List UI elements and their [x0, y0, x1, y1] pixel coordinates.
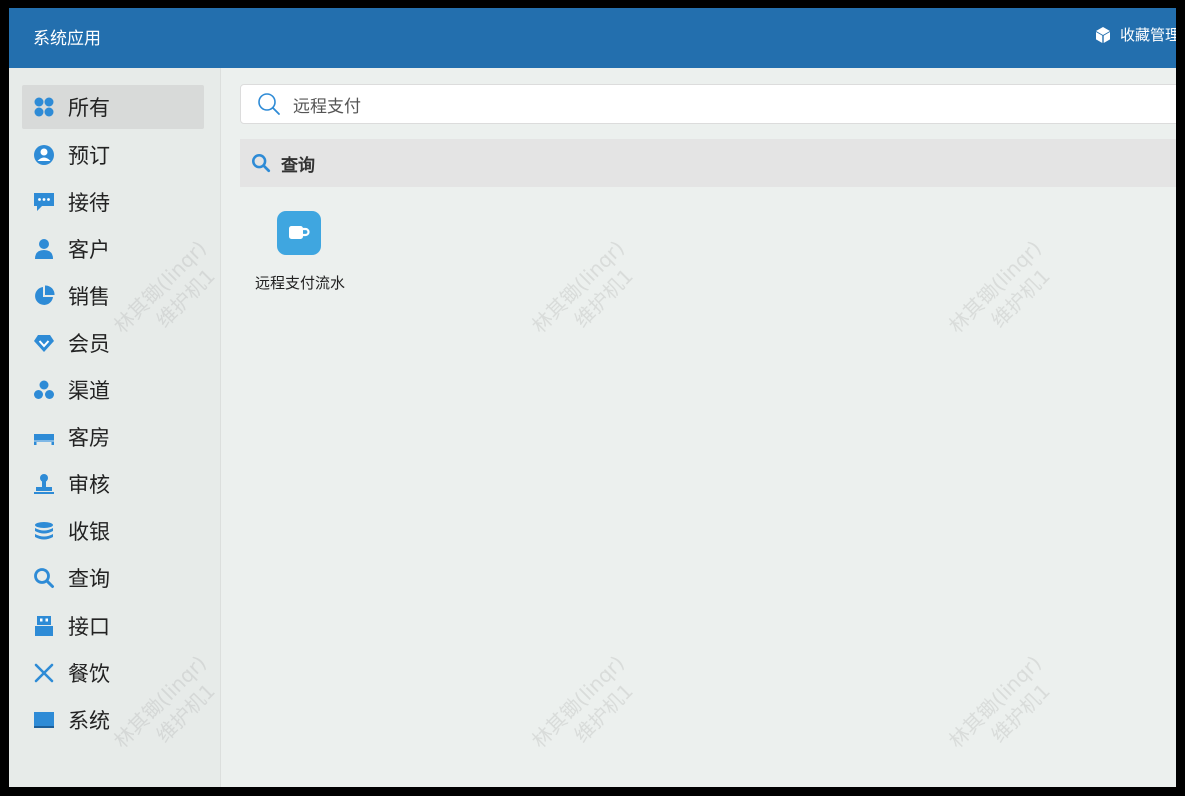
sidebar-item-label: 所有: [68, 96, 110, 120]
sidebar-item-cashier[interactable]: 收银: [22, 509, 204, 553]
cluster-icon: [33, 379, 55, 401]
search-icon: [257, 92, 281, 116]
sidebar-item-interface[interactable]: 接口: [22, 604, 204, 648]
grid-icon: [33, 96, 55, 118]
person-icon: [33, 238, 55, 260]
search-icon: [251, 153, 271, 173]
app-window: 系统应用 收藏管理 所有 预订 接待 客户 销售 会员 渠道 客房 审核 收银 …: [9, 8, 1176, 787]
cube-icon: [1096, 26, 1110, 43]
page-title: 系统应用: [33, 29, 101, 49]
monitor-icon: [33, 709, 55, 731]
utensils-icon: [33, 662, 55, 684]
sidebar-item-sales[interactable]: 销售: [22, 274, 204, 318]
pie-chart-icon: [33, 285, 55, 307]
search-input[interactable]: [291, 93, 1095, 115]
sidebar-item-label: 渠道: [68, 379, 110, 403]
coffee-cup-icon: [277, 211, 321, 255]
usb-icon: [33, 615, 55, 637]
sidebar-item-member[interactable]: 会员: [22, 321, 204, 365]
diamond-icon: [33, 332, 55, 354]
sidebar-item-label: 系统: [68, 709, 110, 733]
sidebar-item-label: 预订: [68, 144, 110, 168]
sidebar-item-label: 查询: [68, 567, 110, 591]
main-content: 查询 远程支付流水: [221, 68, 1176, 787]
sidebar-item-booking[interactable]: 预订: [22, 133, 204, 177]
sidebar-item-label: 接待: [68, 191, 110, 215]
chat-bubble-icon: [33, 191, 55, 213]
sidebar-item-customer[interactable]: 客户: [22, 227, 204, 271]
sidebar-item-system[interactable]: 系统: [22, 698, 204, 742]
sidebar-item-all[interactable]: 所有: [22, 85, 204, 129]
search-icon: [33, 567, 55, 589]
sidebar-item-label: 客户: [68, 238, 110, 262]
user-circle-icon: [33, 144, 55, 166]
sidebar-item-room[interactable]: 客房: [22, 415, 204, 459]
sidebar-item-audit[interactable]: 审核: [22, 462, 204, 506]
sidebar-item-label: 审核: [68, 473, 110, 497]
section-title: 查询: [281, 155, 315, 176]
favorites-manage-button[interactable]: 收藏管理: [1094, 24, 1176, 45]
sidebar-item-label: 销售: [68, 285, 110, 309]
sidebar-item-label: 收银: [68, 520, 110, 544]
stamp-icon: [33, 473, 55, 495]
top-header: 系统应用 收藏管理: [9, 8, 1176, 68]
app-tile-label: 远程支付流水: [254, 274, 345, 292]
database-icon: [33, 520, 55, 542]
favorites-manage-label: 收藏管理: [1120, 26, 1176, 44]
search-bar[interactable]: [240, 84, 1176, 124]
sidebar-item-label: 会员: [68, 332, 110, 356]
sidebar: 所有 预订 接待 客户 销售 会员 渠道 客房 审核 收银 查询 接口 餐饮 系…: [9, 68, 221, 787]
sidebar-item-reception[interactable]: 接待: [22, 180, 204, 224]
app-tile-remote-payment-log[interactable]: 远程支付流水: [245, 209, 355, 299]
sidebar-item-channel[interactable]: 渠道: [22, 368, 204, 412]
bed-icon: [33, 426, 55, 448]
sidebar-item-label: 接口: [68, 615, 110, 639]
sidebar-item-label: 客房: [68, 426, 110, 450]
sidebar-item-query[interactable]: 查询: [22, 556, 204, 600]
sidebar-item-catering[interactable]: 餐饮: [22, 651, 204, 695]
section-header-query: 查询: [240, 139, 1176, 187]
sidebar-item-label: 餐饮: [68, 662, 110, 686]
